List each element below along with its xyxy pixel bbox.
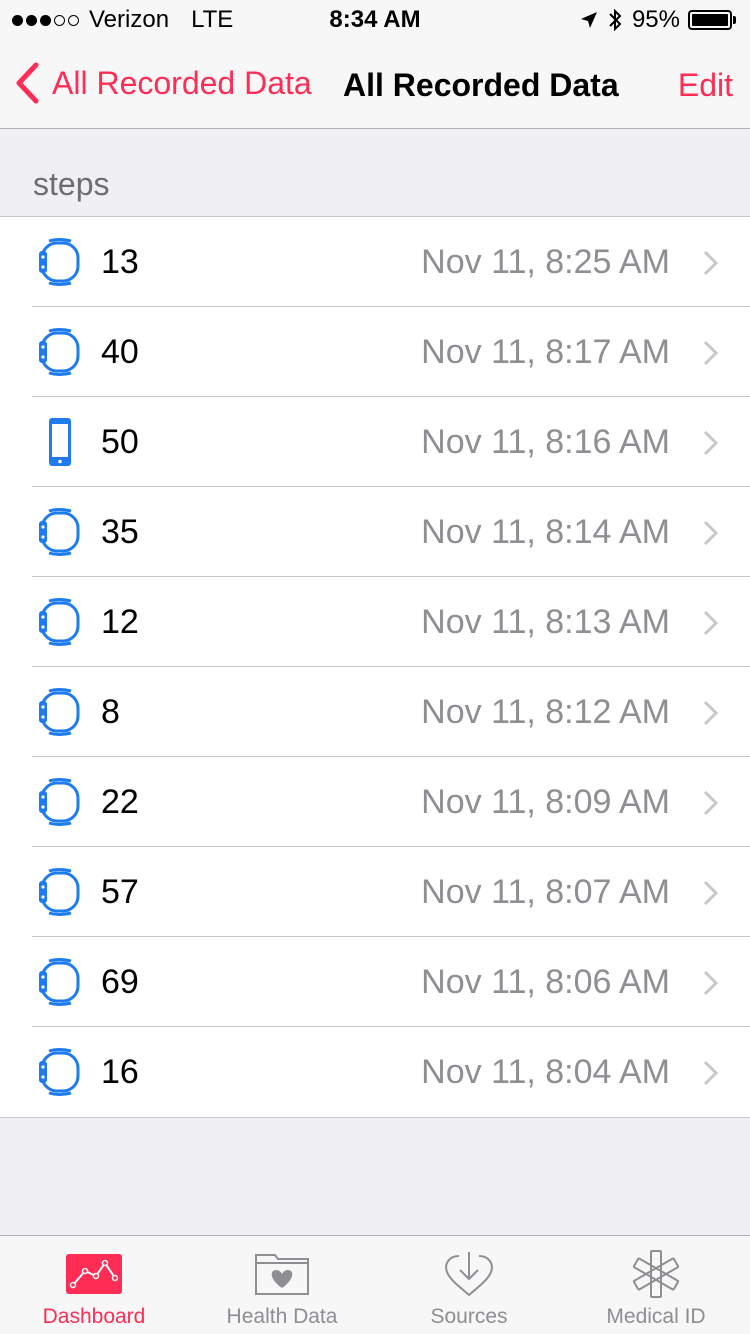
tab-medical-id[interactable]: Medical ID xyxy=(562,1236,750,1334)
list-item[interactable]: 40 Nov 11, 8:17 AM xyxy=(0,307,750,397)
record-timestamp: Nov 11, 8:04 AM xyxy=(421,1053,670,1091)
status-right: 95% xyxy=(580,6,736,34)
record-timestamp: Nov 11, 8:07 AM xyxy=(421,873,670,911)
watch-icon xyxy=(36,868,84,916)
list-item[interactable]: 13 Nov 11, 8:25 AM xyxy=(0,217,750,307)
tab-dashboard-label: Dashboard xyxy=(42,1305,146,1328)
chevron-right-icon xyxy=(703,700,718,726)
tab-dashboard[interactable]: Dashboard xyxy=(0,1236,188,1334)
battery-icon xyxy=(688,10,732,30)
iphone-icon xyxy=(36,418,84,466)
list-item[interactable]: 16 Nov 11, 8:04 AM xyxy=(0,1027,750,1117)
tab-bar: Dashboard Health Data Sources Medical ID xyxy=(0,1235,750,1334)
watch-icon xyxy=(36,958,84,1006)
record-timestamp: Nov 11, 8:09 AM xyxy=(421,783,670,821)
watch-icon xyxy=(36,328,84,376)
record-timestamp: Nov 11, 8:12 AM xyxy=(421,693,670,731)
page-title: All Recorded Data xyxy=(343,67,619,103)
chevron-right-icon xyxy=(703,970,718,996)
tab-health-data[interactable]: Health Data xyxy=(188,1236,376,1334)
section-header: steps xyxy=(33,166,110,202)
record-timestamp: Nov 11, 8:06 AM xyxy=(421,963,670,1001)
list-item[interactable]: 22 Nov 11, 8:09 AM xyxy=(0,757,750,847)
back-button[interactable]: All Recorded Data xyxy=(14,62,312,104)
step-count-value: 22 xyxy=(101,783,139,821)
chevron-right-icon xyxy=(703,880,718,906)
tab-sources[interactable]: Sources xyxy=(375,1236,563,1334)
chevron-right-icon xyxy=(703,1060,718,1086)
tab-sources-label: Sources xyxy=(430,1305,508,1328)
step-count-value: 12 xyxy=(101,603,139,641)
chevron-right-icon xyxy=(703,250,718,276)
record-timestamp: Nov 11, 8:17 AM xyxy=(421,333,670,371)
recorded-data-list: 13 Nov 11, 8:25 AM 40 Nov 11, 8:17 AM 50 No… xyxy=(0,216,750,1118)
watch-icon xyxy=(36,238,84,286)
list-item[interactable]: 35 Nov 11, 8:14 AM xyxy=(0,487,750,577)
step-count-value: 8 xyxy=(101,693,120,731)
tab-medical-id-label: Medical ID xyxy=(606,1305,706,1328)
status-bar: Verizon LTE 8:34 AM 95% xyxy=(0,0,750,40)
bluetooth-icon xyxy=(609,8,622,32)
edit-button[interactable]: Edit xyxy=(678,66,733,104)
back-button-label: All Recorded Data xyxy=(52,64,312,101)
health-data-icon xyxy=(252,1250,312,1298)
list-item[interactable]: 50 Nov 11, 8:16 AM xyxy=(0,397,750,487)
list-item[interactable]: 12 Nov 11, 8:13 AM xyxy=(0,577,750,667)
tab-health-data-label: Health Data xyxy=(226,1305,338,1328)
record-timestamp: Nov 11, 8:25 AM xyxy=(421,243,670,281)
step-count-value: 40 xyxy=(101,333,139,371)
chevron-left-icon xyxy=(16,62,39,104)
chevron-right-icon xyxy=(703,430,718,456)
list-item[interactable]: 69 Nov 11, 8:06 AM xyxy=(0,937,750,1027)
sources-icon xyxy=(439,1250,499,1298)
dashboard-icon xyxy=(64,1250,124,1298)
watch-icon xyxy=(36,1048,84,1096)
medical-id-icon xyxy=(626,1250,686,1298)
chevron-right-icon xyxy=(703,520,718,546)
step-count-value: 35 xyxy=(101,513,139,551)
watch-icon xyxy=(36,778,84,826)
location-arrow-icon xyxy=(580,12,597,28)
record-timestamp: Nov 11, 8:14 AM xyxy=(421,513,670,551)
list-item[interactable]: 57 Nov 11, 8:07 AM xyxy=(0,847,750,937)
chevron-right-icon xyxy=(703,610,718,636)
list-item[interactable]: 8 Nov 11, 8:12 AM xyxy=(0,667,750,757)
step-count-value: 69 xyxy=(101,963,139,1001)
step-count-value: 57 xyxy=(101,873,139,911)
navigation-bar: All Recorded Data All Recorded Data Edit xyxy=(0,40,750,129)
step-count-value: 16 xyxy=(101,1053,139,1091)
battery-percentage: 95% xyxy=(631,6,680,33)
chevron-right-icon xyxy=(703,790,718,816)
watch-icon xyxy=(36,598,84,646)
step-count-value: 13 xyxy=(101,243,139,281)
step-count-value: 50 xyxy=(101,423,139,461)
chevron-right-icon xyxy=(703,340,718,366)
record-timestamp: Nov 11, 8:13 AM xyxy=(421,603,670,641)
watch-icon xyxy=(36,508,84,556)
watch-icon xyxy=(36,688,84,736)
record-timestamp: Nov 11, 8:16 AM xyxy=(421,423,670,461)
